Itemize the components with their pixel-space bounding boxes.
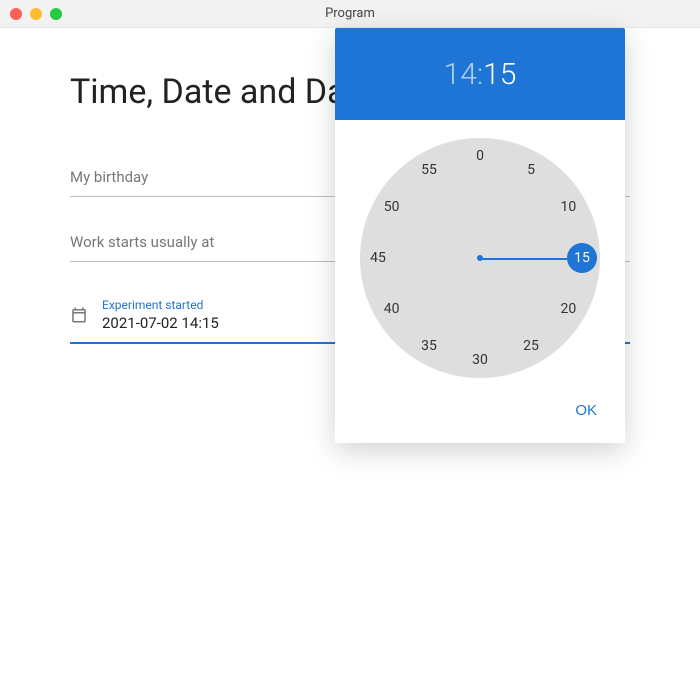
experiment-label: Experiment started [102, 298, 219, 312]
clock-mark-5[interactable]: 5 [516, 155, 546, 185]
time-picker-header: 14:15 [335, 28, 625, 120]
clock-hand [480, 258, 567, 260]
clock-mark-40[interactable]: 40 [377, 294, 407, 324]
clock-mark-50[interactable]: 50 [377, 192, 407, 222]
maximize-icon[interactable] [50, 8, 62, 20]
clock-mark-45[interactable]: 45 [363, 243, 393, 273]
minimize-icon[interactable] [30, 8, 42, 20]
clock-mark-15[interactable]: 15 [567, 243, 597, 273]
clock-center [477, 255, 483, 261]
clock-mark-55[interactable]: 55 [414, 155, 444, 185]
clock-mark-0[interactable]: 0 [465, 141, 495, 171]
picker-sep: : [477, 57, 483, 92]
picker-minute[interactable]: 15 [483, 57, 516, 92]
close-icon[interactable] [10, 8, 22, 20]
window-title: Program [0, 6, 700, 21]
experiment-value: 2021-07-02 14:15 [102, 314, 219, 332]
ok-button[interactable]: OK [565, 394, 607, 427]
window-titlebar: Program [0, 0, 700, 28]
picker-hour[interactable]: 14 [444, 57, 477, 92]
calendar-icon [70, 306, 88, 324]
clock-face[interactable]: 0510152025303540455055 [360, 138, 600, 378]
time-picker: 14:15 0510152025303540455055 OK [335, 28, 625, 443]
clock-mark-30[interactable]: 30 [465, 345, 495, 375]
